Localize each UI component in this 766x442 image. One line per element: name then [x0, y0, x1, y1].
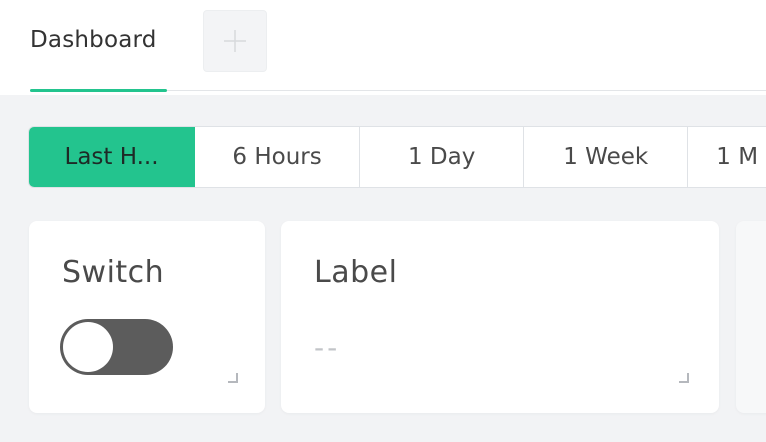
partial-widget[interactable]: [736, 221, 766, 413]
tab-dashboard[interactable]: Dashboard: [30, 27, 157, 59]
toggle-knob: [63, 322, 113, 372]
tab-divider: [167, 90, 766, 91]
time-range-selector: Last H... 6 Hours 1 Day 1 Week 1 M: [28, 126, 766, 188]
label-widget-title: Label: [314, 255, 398, 290]
active-tab-indicator: [30, 89, 167, 92]
tab-bar: Dashboard: [0, 0, 766, 95]
plus-icon: [224, 30, 246, 52]
range-1-day-button[interactable]: 1 Day: [360, 127, 525, 187]
range-1-week-button[interactable]: 1 Week: [524, 127, 689, 187]
range-6-hours-button[interactable]: 6 Hours: [195, 127, 361, 187]
label-widget[interactable]: Label --: [281, 221, 719, 413]
resize-handle-icon[interactable]: [228, 373, 238, 383]
resize-handle-icon[interactable]: [679, 373, 689, 383]
range-last-hour-button[interactable]: Last H...: [29, 127, 196, 187]
switch-widget-title: Switch: [62, 255, 165, 290]
add-tab-button[interactable]: [203, 10, 267, 72]
range-1-month-button[interactable]: 1 M: [688, 127, 766, 187]
switch-toggle[interactable]: [60, 319, 173, 375]
label-value: --: [314, 331, 341, 364]
switch-widget[interactable]: Switch: [29, 221, 265, 413]
